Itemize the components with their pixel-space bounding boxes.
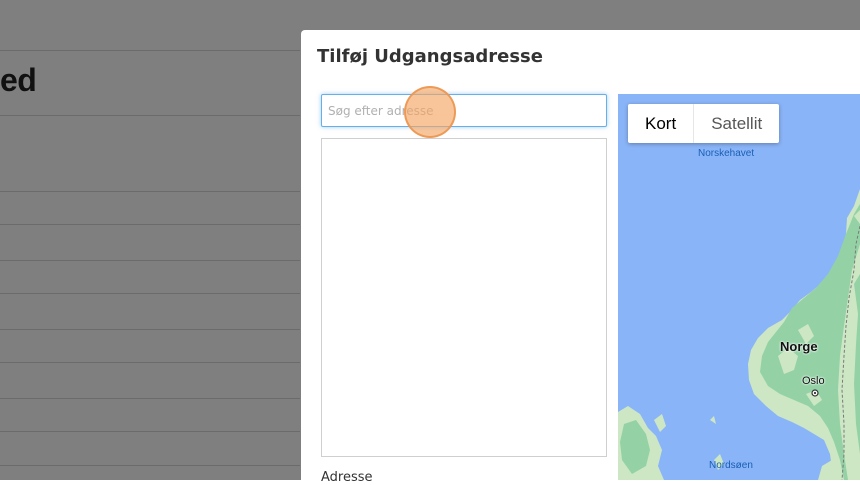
dialog-title: Tilføj Udgangsadresse — [317, 46, 543, 67]
address-field-label: Adresse — [321, 470, 373, 485]
address-search-input[interactable] — [321, 94, 607, 127]
map-type-control: Kort Satellit — [628, 104, 780, 143]
map-label-norge: Norge — [780, 339, 818, 354]
map-type-kort-button[interactable]: Kort — [628, 104, 693, 143]
click-indicator — [404, 86, 456, 138]
map-label-oslo: Oslo — [802, 375, 825, 387]
map-view[interactable]: Kort Satellit Norskehavet Norge Oslo Nor… — [618, 94, 860, 480]
map-label-nordsoen: Nordsøen — [709, 460, 753, 471]
map-label-norskehavet: Norskehavet — [698, 148, 755, 159]
map-type-satellit-button[interactable]: Satellit — [693, 104, 779, 143]
address-results-list[interactable] — [321, 138, 607, 457]
